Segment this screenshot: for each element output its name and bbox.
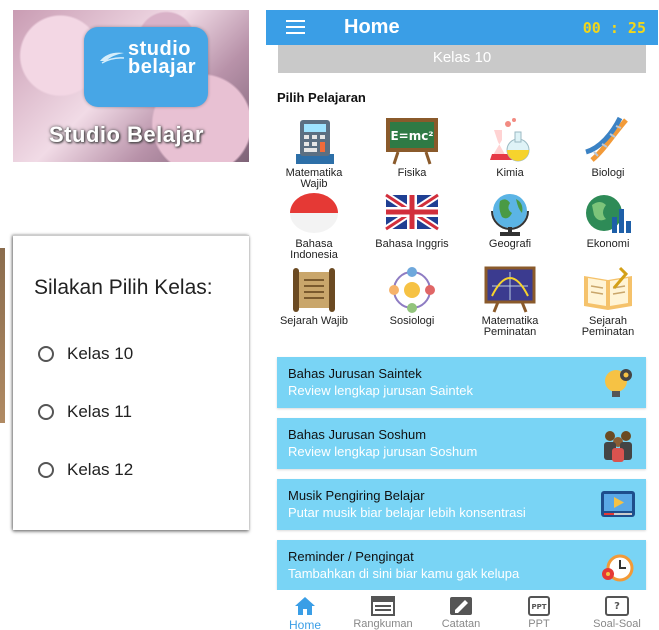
subject-kimia[interactable]: Kimia: [462, 116, 558, 179]
menu-icon[interactable]: [286, 20, 305, 34]
card-subtitle: Putar musik biar belajar lebih konsentra…: [288, 505, 526, 520]
note-icon: [450, 597, 472, 615]
subject-label: Geografi: [488, 238, 532, 250]
logo-swoosh-icon: [100, 52, 125, 64]
nav-label: Home: [288, 618, 321, 630]
newspaper-icon: [371, 596, 395, 616]
card-reminder[interactable]: Reminder / Pengingat Tambahkan di sini b…: [277, 540, 646, 591]
scroll-icon: [293, 268, 335, 312]
blackboard-emc2-icon: E=mc²: [386, 118, 438, 165]
card-saintek[interactable]: Bahas Jurusan Saintek Review lengkap jur…: [277, 357, 646, 408]
subject-matematika-wajib[interactable]: Matematika Wajib: [266, 116, 362, 190]
card-title: Reminder / Pengingat: [288, 549, 414, 564]
subject-sosiologi[interactable]: Sosiologi: [364, 266, 460, 327]
subject-sejarah-wajib[interactable]: Sejarah Wajib: [266, 266, 362, 327]
app-logo: studio belajar: [84, 27, 208, 107]
card-subtitle: Review lengkap jurusan Soshum: [288, 444, 478, 459]
card-subtitle: Tambahkan di sini biar kamu gak kelupa: [288, 566, 520, 581]
timer: 00 : 25: [582, 19, 646, 37]
subject-label: Sejarah Wajib: [279, 315, 349, 327]
card-musik[interactable]: Musik Pengiring Belajar Putar musik biar…: [277, 479, 646, 530]
card-title: Musik Pengiring Belajar: [288, 488, 425, 503]
card-subtitle: Review lengkap jurusan Saintek: [288, 383, 473, 398]
ppt-icon: PPT: [528, 596, 550, 616]
globe-chart-icon: [586, 195, 631, 233]
radio-icon[interactable]: [38, 346, 54, 362]
svg-text:E=mc²: E=mc²: [390, 129, 433, 143]
indonesia-flag-icon: [290, 193, 338, 233]
video-player-icon: [601, 491, 635, 517]
section-title: Pilih Pelajaran: [277, 90, 366, 105]
card-title: Bahas Jurusan Saintek: [288, 366, 422, 381]
subject-bahasa-indonesia[interactable]: Bahasa Indonesia: [266, 191, 362, 261]
subject-sejarah-peminatan[interactable]: Sejarah Peminatan: [560, 266, 656, 338]
svg-text:PPT: PPT: [531, 603, 546, 611]
nav-label: PPT: [528, 618, 550, 630]
selected-class-bar[interactable]: Kelas 10: [278, 45, 646, 73]
card-soshum[interactable]: Bahas Jurusan Soshum Review lengkap juru…: [277, 418, 646, 469]
logo-line-2: belajar: [128, 56, 196, 78]
lightbulb-gear-icon: [605, 369, 632, 397]
subject-bahasa-inggris[interactable]: Bahasa Inggris: [364, 191, 460, 250]
nav-rangkuman[interactable]: Rangkuman: [344, 590, 422, 630]
splash-image: studio belajar Studio Belajar: [13, 10, 249, 162]
class-option-12[interactable]: Kelas 12: [38, 458, 133, 482]
svg-text:?: ?: [614, 601, 620, 612]
nav-label: Soal-Soal: [593, 618, 641, 630]
subject-fisika[interactable]: E=mc² Fisika: [364, 116, 460, 179]
subject-label: Biologi: [591, 167, 625, 179]
subject-label: Fisika: [397, 167, 427, 179]
subject-label: Matematika Peminatan: [481, 315, 539, 338]
nav-ppt[interactable]: PPT PPT: [500, 590, 578, 630]
dna-icon: [585, 116, 628, 162]
quiz-icon: ?: [605, 596, 629, 616]
home-icon: [295, 597, 315, 615]
card-title: Bahas Jurusan Soshum: [288, 427, 427, 442]
splash-caption: Studio Belajar: [49, 122, 204, 147]
calculator-icon: [296, 120, 334, 164]
nav-label: Rangkuman: [353, 618, 413, 630]
subject-label: Bahasa Inggris: [375, 238, 449, 250]
group-people-icon: [604, 431, 632, 462]
radio-icon[interactable]: [38, 462, 54, 478]
uk-flag-icon: [384, 192, 440, 232]
subject-biologi[interactable]: Biologi: [560, 116, 656, 179]
nav-label: Catatan: [441, 618, 481, 630]
app-screen: Home 00 : 25 Kelas 10 Pilih Pelajaran Ma…: [266, 10, 658, 630]
subject-ekonomi[interactable]: Ekonomi: [560, 191, 656, 250]
class-option-label: Kelas 11: [67, 402, 132, 421]
nav-soal-soal[interactable]: ? Soal-Soal: [578, 590, 656, 630]
class-option-label: Kelas 10: [67, 344, 134, 363]
page-title: Home: [344, 16, 400, 38]
subject-label: Kimia: [496, 167, 524, 179]
subject-label: Matematika Wajib: [285, 167, 343, 190]
nav-home[interactable]: Home: [266, 590, 344, 630]
class-option-label: Kelas 12: [67, 460, 134, 479]
subject-matematika-peminatan[interactable]: Matematika Peminatan: [462, 266, 558, 338]
background-edge: [0, 248, 5, 423]
nav-catatan[interactable]: Catatan: [422, 590, 500, 630]
graph-board-icon: [484, 266, 536, 313]
subject-label: Sejarah Peminatan: [581, 315, 635, 338]
top-app-bar: Home 00 : 25: [266, 10, 658, 45]
subject-label: Ekonomi: [586, 238, 630, 250]
class-select-dialog: Silakan Pilih Kelas: Kelas 10 Kelas 11 K…: [13, 235, 249, 530]
class-option-11[interactable]: Kelas 11: [38, 400, 132, 424]
bottom-navigation: Home Rangkuman Catatan PPT PPT ? Soal-So…: [266, 590, 658, 630]
subject-label: Bahasa Indonesia: [290, 238, 338, 261]
flasks-icon: [490, 118, 530, 162]
class-option-10[interactable]: Kelas 10: [38, 342, 133, 366]
open-book-icon: [584, 266, 632, 310]
alarm-clock-icon: [602, 554, 634, 582]
people-network-icon: [389, 267, 435, 313]
globe-icon: [491, 194, 529, 236]
radio-icon[interactable]: [38, 404, 54, 420]
subject-label: Sosiologi: [389, 315, 435, 327]
dialog-title: Silakan Pilih Kelas:: [34, 276, 213, 299]
subject-geografi[interactable]: Geografi: [462, 191, 558, 250]
